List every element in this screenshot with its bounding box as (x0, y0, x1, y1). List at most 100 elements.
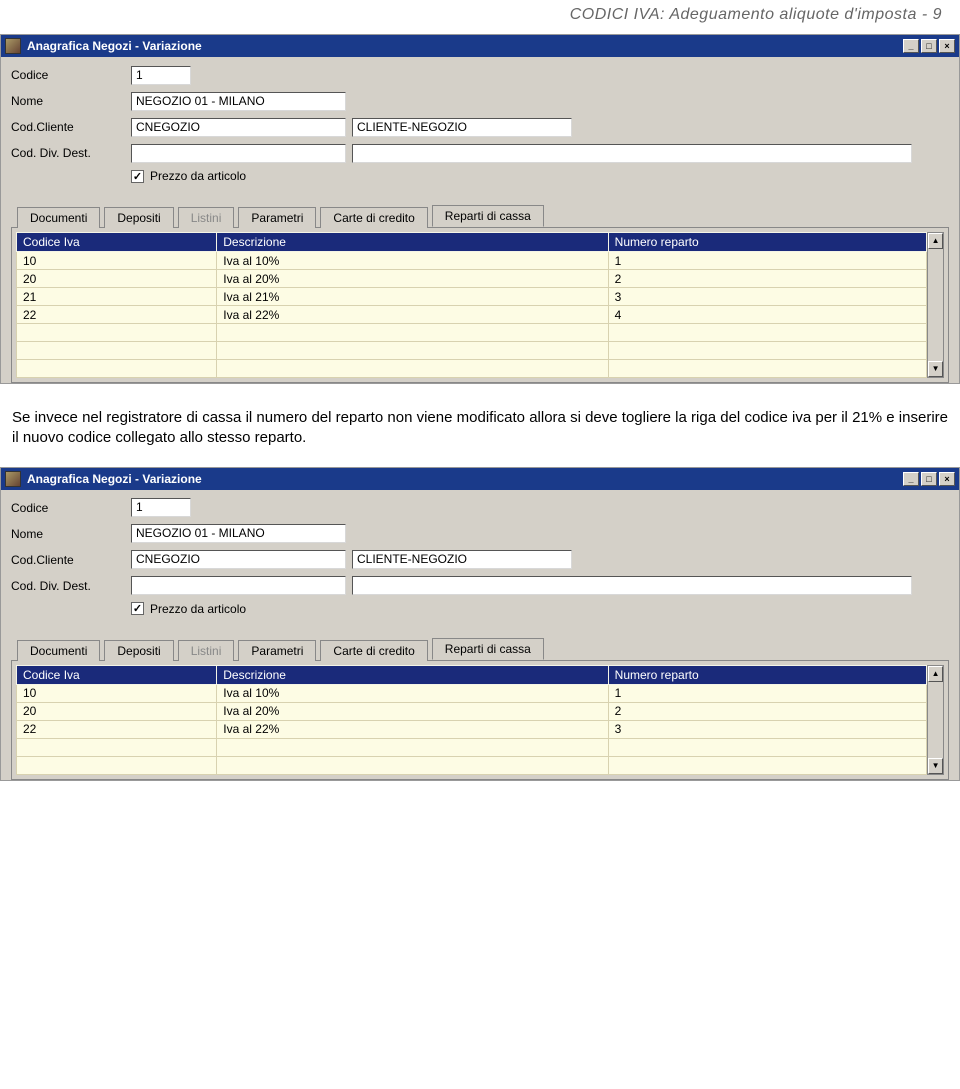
titlebar: Anagrafica Negozi - Variazione _ □ × (1, 35, 959, 57)
tab-carte[interactable]: Carte di credito (320, 207, 427, 228)
input-coddivdest[interactable] (131, 576, 346, 595)
scroll-up-icon[interactable]: ▲ (928, 666, 943, 682)
window-controls: _ □ × (903, 39, 955, 53)
input-codcliente-desc[interactable]: CLIENTE-NEGOZIO (352, 118, 572, 137)
table-row-empty[interactable] (17, 324, 927, 342)
input-nome[interactable]: NEGOZIO 01 - MILANO (131, 92, 346, 111)
cell[interactable]: 2 (608, 270, 927, 288)
input-codcliente[interactable]: CNEGOZIO (131, 550, 346, 569)
table-row[interactable]: 22 Iva al 22% 3 (17, 720, 927, 738)
table-row[interactable]: 10 Iva al 10% 1 (17, 684, 927, 702)
input-coddivdest-desc[interactable] (352, 576, 912, 595)
col-header-numero-reparto[interactable]: Numero reparto (608, 233, 927, 252)
cell[interactable]: Iva al 20% (217, 702, 608, 720)
col-header-descrizione[interactable]: Descrizione (217, 665, 608, 684)
table-row-empty[interactable] (17, 342, 927, 360)
cell[interactable]: 10 (17, 252, 217, 270)
tab-carte[interactable]: Carte di credito (320, 640, 427, 661)
table-row[interactable]: 20 Iva al 20% 2 (17, 702, 927, 720)
tab-reparti[interactable]: Reparti di cassa (432, 638, 544, 660)
cell[interactable]: 22 (17, 306, 217, 324)
tabstrip: Documenti Depositi Listini Parametri Car… (1, 193, 959, 227)
cell[interactable]: 10 (17, 684, 217, 702)
cell[interactable]: 1 (608, 252, 927, 270)
cell[interactable]: 3 (608, 720, 927, 738)
cell[interactable]: 2 (608, 702, 927, 720)
close-button[interactable]: × (939, 39, 955, 53)
tab-panel-reparti: Codice Iva Descrizione Numero reparto 10… (11, 227, 949, 383)
table-row[interactable]: 10 Iva al 10% 1 (17, 252, 927, 270)
table-row-empty[interactable] (17, 756, 927, 774)
table-row[interactable]: 20 Iva al 20% 2 (17, 270, 927, 288)
form-area: Codice 1 Nome NEGOZIO 01 - MILANO Cod.Cl… (1, 57, 959, 193)
tab-listini[interactable]: Listini (178, 207, 235, 228)
minimize-button[interactable]: _ (903, 472, 919, 486)
col-header-codice-iva[interactable]: Codice Iva (17, 233, 217, 252)
page-header: CODICI IVA: Adeguamento aliquote d'impos… (0, 0, 960, 34)
label-codcliente: Cod.Cliente (11, 553, 131, 567)
label-coddivdest: Cod. Div. Dest. (11, 146, 131, 160)
scroll-up-icon[interactable]: ▲ (928, 233, 943, 249)
tab-documenti[interactable]: Documenti (17, 207, 100, 228)
input-coddivdest-desc[interactable] (352, 144, 912, 163)
cell[interactable]: 20 (17, 702, 217, 720)
tab-depositi[interactable]: Depositi (104, 640, 173, 661)
input-codcliente[interactable]: CNEGOZIO (131, 118, 346, 137)
tab-reparti[interactable]: Reparti di cassa (432, 205, 544, 227)
tab-parametri[interactable]: Parametri (238, 640, 316, 661)
minimize-button[interactable]: _ (903, 39, 919, 53)
cell[interactable]: 4 (608, 306, 927, 324)
cell[interactable]: Iva al 20% (217, 270, 608, 288)
cell[interactable]: Iva al 10% (217, 252, 608, 270)
label-codice: Codice (11, 68, 131, 82)
col-header-codice-iva[interactable]: Codice Iva (17, 665, 217, 684)
table-row[interactable]: 21 Iva al 21% 3 (17, 288, 927, 306)
grid-reparti[interactable]: Codice Iva Descrizione Numero reparto 10… (16, 665, 927, 775)
label-prezzo: Prezzo da articolo (150, 602, 246, 616)
window-title: Anagrafica Negozi - Variazione (27, 472, 903, 486)
cell[interactable]: 22 (17, 720, 217, 738)
tab-depositi[interactable]: Depositi (104, 207, 173, 228)
cell[interactable]: Iva al 10% (217, 684, 608, 702)
cell[interactable]: Iva al 21% (217, 288, 608, 306)
tabstrip: Documenti Depositi Listini Parametri Car… (1, 626, 959, 660)
input-codice[interactable]: 1 (131, 66, 191, 85)
col-header-descrizione[interactable]: Descrizione (217, 233, 608, 252)
table-row-empty[interactable] (17, 360, 927, 378)
col-header-numero-reparto[interactable]: Numero reparto (608, 665, 927, 684)
label-nome: Nome (11, 94, 131, 108)
tab-parametri[interactable]: Parametri (238, 207, 316, 228)
table-row[interactable]: 22 Iva al 22% 4 (17, 306, 927, 324)
input-codice[interactable]: 1 (131, 498, 191, 517)
label-coddivdest: Cod. Div. Dest. (11, 579, 131, 593)
app-icon (5, 38, 21, 54)
cell[interactable]: 3 (608, 288, 927, 306)
cell[interactable]: 21 (17, 288, 217, 306)
grid-scrollbar[interactable]: ▲ ▼ (927, 232, 944, 378)
input-nome[interactable]: NEGOZIO 01 - MILANO (131, 524, 346, 543)
form-area: Codice 1 Nome NEGOZIO 01 - MILANO Cod.Cl… (1, 490, 959, 626)
titlebar: Anagrafica Negozi - Variazione _ □ × (1, 468, 959, 490)
body-text: Se invece nel registratore di cassa il n… (0, 390, 960, 467)
table-row-empty[interactable] (17, 738, 927, 756)
maximize-button[interactable]: □ (921, 472, 937, 486)
label-codcliente: Cod.Cliente (11, 120, 131, 134)
maximize-button[interactable]: □ (921, 39, 937, 53)
cell[interactable]: 20 (17, 270, 217, 288)
grid-scrollbar[interactable]: ▲ ▼ (927, 665, 944, 775)
input-coddivdest[interactable] (131, 144, 346, 163)
cell[interactable]: 1 (608, 684, 927, 702)
checkbox-prezzo[interactable]: ✓ (131, 602, 144, 615)
tab-documenti[interactable]: Documenti (17, 640, 100, 661)
scroll-down-icon[interactable]: ▼ (928, 361, 943, 377)
cell[interactable]: Iva al 22% (217, 306, 608, 324)
window-controls: _ □ × (903, 472, 955, 486)
tab-listini[interactable]: Listini (178, 640, 235, 661)
cell[interactable]: Iva al 22% (217, 720, 608, 738)
checkbox-prezzo[interactable]: ✓ (131, 170, 144, 183)
grid-reparti[interactable]: Codice Iva Descrizione Numero reparto 10… (16, 232, 927, 378)
scroll-down-icon[interactable]: ▼ (928, 758, 943, 774)
input-codcliente-desc[interactable]: CLIENTE-NEGOZIO (352, 550, 572, 569)
close-button[interactable]: × (939, 472, 955, 486)
label-prezzo: Prezzo da articolo (150, 169, 246, 183)
